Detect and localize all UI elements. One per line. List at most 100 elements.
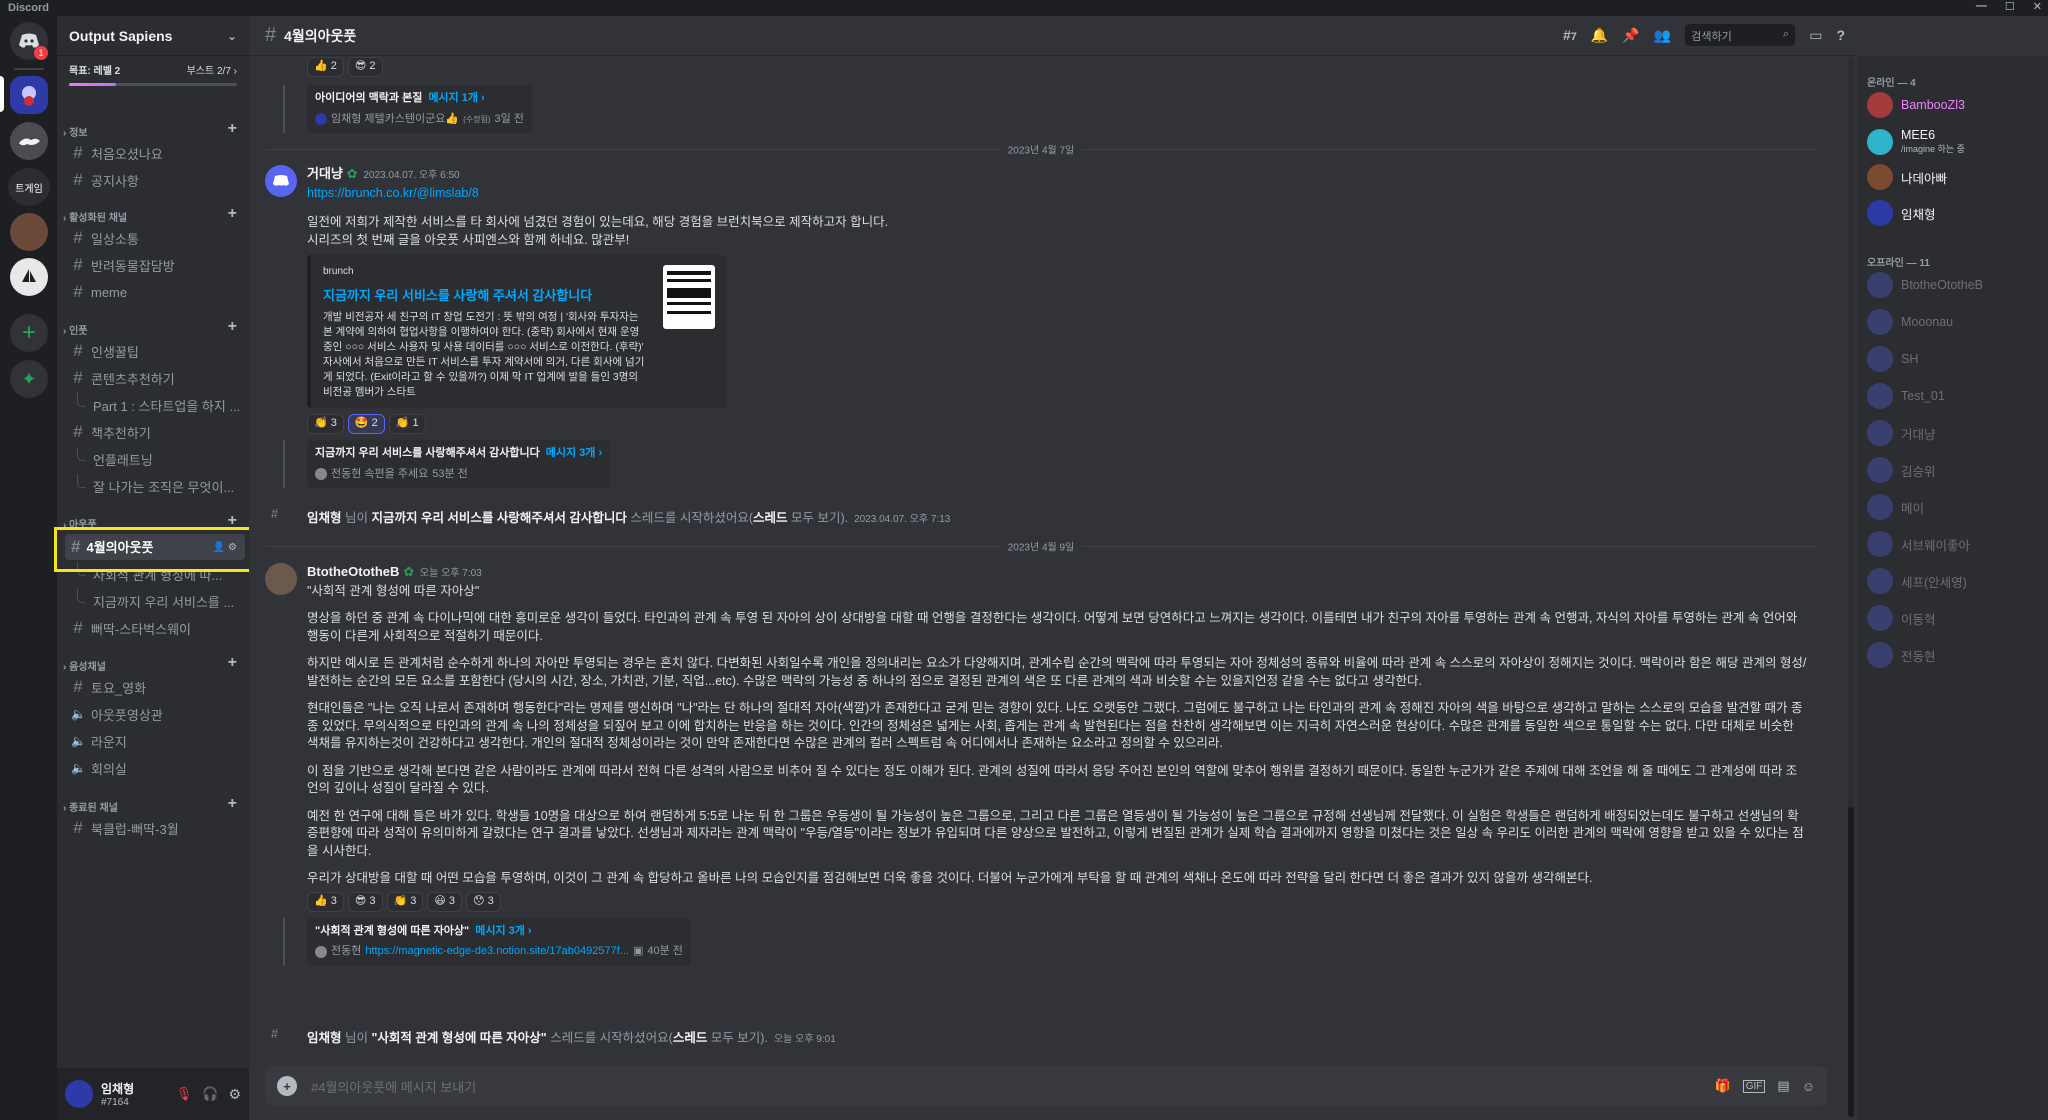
channel-bookclub[interactable]: # 북클럽-뻐딱-3월	[65, 815, 245, 841]
member-item[interactable]: 이동혁	[1867, 605, 1936, 631]
category-info[interactable]: › 정보 +	[63, 121, 245, 140]
category-active[interactable]: › 활성화된 채널 +	[63, 206, 245, 225]
channel-pets[interactable]: # 반려동물잡담방	[65, 252, 245, 278]
category-insight[interactable]: › 인풋 +	[63, 319, 245, 338]
gif-icon[interactable]: GIF	[1742, 1079, 1766, 1093]
thread-preview[interactable]: 아이디어의 맥락과 본질 메시지 1개 › 임채형 제텔카스텐이군요👍 (수정됨) 3…	[283, 85, 532, 133]
add-channel-icon[interactable]: +	[228, 796, 237, 814]
voice-output[interactable]: 🔈 아웃풋영상관	[65, 701, 245, 727]
channel-content[interactable]: # 콘텐츠추천하기	[65, 365, 245, 391]
reaction[interactable]: 👏 3	[386, 891, 424, 912]
reaction[interactable]: 😎 3	[347, 891, 383, 912]
reaction[interactable]: 😃 3	[427, 891, 463, 912]
member-item[interactable]: 임채형	[1867, 200, 1936, 226]
member-item[interactable]: 메이	[1867, 494, 1924, 520]
channel-tips[interactable]: # 인생꿀팁	[65, 338, 245, 364]
threads-icon[interactable]: #7	[1563, 27, 1577, 43]
thread-april-sub2[interactable]: 지금까지 우리 서비스를 ...	[65, 588, 245, 614]
server-sailboat[interactable]	[10, 258, 48, 296]
member-item[interactable]: Test_01	[1867, 383, 1945, 409]
channel-notice[interactable]: # 공지사항	[65, 167, 245, 193]
reaction[interactable]: 👏 3	[307, 414, 344, 434]
sticker-icon[interactable]: ▤	[1777, 1078, 1789, 1094]
inbox-icon[interactable]: ▭	[1809, 27, 1822, 44]
message-composer[interactable]: + #4월의아웃풋에 메시지 보내기 🎁 GIF ▤ ☺	[265, 1066, 1827, 1106]
system-thread-name[interactable]: 지금까지 우리 서비스를 사랑해주셔서 감사합니다	[371, 511, 626, 525]
reaction[interactable]: 👍 2	[307, 57, 344, 77]
embed-title[interactable]: 지금까지 우리 서비스를 사랑해 주셔서 감사합니다	[323, 287, 643, 305]
minimize-icon[interactable]: —	[1976, 0, 1987, 13]
server-output-sapiens[interactable]	[10, 76, 48, 114]
message-link[interactable]: https://brunch.co.kr/@limslab/8	[307, 186, 479, 200]
message-author[interactable]: 거대냥	[307, 166, 343, 181]
member-item[interactable]: 전동현	[1867, 642, 1936, 668]
reaction[interactable]: 👍 3	[307, 891, 344, 912]
guild-header[interactable]: Output Sapiens ⌄	[57, 16, 249, 56]
reaction[interactable]: 🤩 2	[347, 414, 385, 434]
member-item[interactable]: BambooZl3	[1867, 92, 1965, 118]
add-channel-icon[interactable]: +	[228, 121, 237, 139]
member-item[interactable]: 김승위	[1867, 457, 1936, 483]
voice-meeting[interactable]: 🔈 회의실	[65, 755, 245, 781]
server-icon-2[interactable]	[10, 122, 48, 160]
gift-icon[interactable]: 🎁	[1715, 1078, 1731, 1094]
bell-icon[interactable]: 🔔	[1591, 27, 1608, 44]
reaction[interactable]: 😯 3	[466, 891, 501, 912]
thread-preview[interactable]: 지금까지 우리 서비스를 사랑해주셔서 감사합니다 메시지 3개 › 전동현 속편…	[283, 440, 611, 488]
add-channel-icon[interactable]: +	[228, 206, 237, 224]
server-icon-4[interactable]	[10, 213, 48, 251]
see-threads-link[interactable]: 스레드	[673, 1031, 708, 1045]
member-item[interactable]: BtotheOtotheB	[1867, 272, 1983, 298]
user-settings-icon[interactable]: ⚙	[228, 1086, 241, 1103]
thread-last-link[interactable]: https://magnetic-edge-de3.notion.site/17…	[365, 943, 629, 961]
thread-count[interactable]: 메시지 3개 ›	[546, 447, 602, 459]
channel-daily[interactable]: # 일상소통	[65, 225, 245, 251]
member-item[interactable]: MEE6/imagine 하는 중	[1867, 128, 1965, 155]
add-channel-icon[interactable]: +	[228, 319, 237, 337]
category-voice[interactable]: › 음성채널 +	[63, 655, 245, 674]
pin-icon[interactable]: 📌	[1622, 27, 1639, 44]
server-game[interactable]: 트게임	[8, 168, 50, 206]
add-channel-icon[interactable]: +	[228, 655, 237, 673]
avatar[interactable]	[265, 563, 297, 595]
channel-starbucks[interactable]: # 뻐딱-스타벅스웨이	[65, 615, 245, 641]
scrollbar-thumb[interactable]	[1848, 807, 1854, 1117]
channel-books[interactable]: # 책추천하기	[65, 419, 245, 445]
thread-count[interactable]: 메시지 3개 ›	[475, 925, 531, 937]
thread-org[interactable]: 잘 나가는 조직은 무엇이...	[65, 473, 245, 499]
thread-lecture[interactable]: 언플래트닝	[65, 446, 245, 472]
member-item[interactable]: Mooonau	[1867, 309, 1953, 335]
see-threads-link[interactable]: 스레드	[753, 511, 788, 525]
system-user[interactable]: 임채형	[307, 511, 342, 525]
category-ended[interactable]: › 종료된 채널 +	[63, 796, 245, 815]
add-server-icon[interactable]: +	[10, 314, 48, 352]
help-icon[interactable]: ?	[1836, 27, 1845, 43]
voice-sat-movie[interactable]: # 토요_영화	[65, 674, 245, 700]
channel-meme[interactable]: # meme	[65, 279, 245, 305]
reaction[interactable]: 👏 1	[388, 414, 426, 434]
scrollbar[interactable]	[1848, 57, 1854, 1117]
member-item[interactable]: 서브웨이좋아	[1867, 531, 1970, 557]
system-thread-name[interactable]: "사회적 관계 형성에 따른 자아상"	[371, 1031, 546, 1045]
voice-lounge[interactable]: 🔈 라운지	[65, 728, 245, 754]
channel-welcome[interactable]: # 처음오셨나요	[65, 140, 245, 166]
reaction[interactable]: 😎 2	[347, 57, 383, 77]
explore-servers-icon[interactable]: ✦	[10, 360, 48, 398]
thread-count[interactable]: 메시지 1개 ›	[428, 92, 484, 104]
avatar[interactable]	[65, 1080, 93, 1108]
avatar[interactable]	[265, 165, 297, 197]
maximize-icon[interactable]: ☐	[2005, 0, 2015, 13]
thread-preview[interactable]: "사회적 관계 형성에 따른 자아상" 메시지 3개 › 전동현 https://m…	[283, 917, 691, 966]
add-attachment-icon[interactable]: +	[277, 1076, 297, 1096]
member-item[interactable]: 나데아빠	[1867, 164, 1947, 190]
members-icon[interactable]: 👥	[1654, 27, 1671, 44]
close-icon[interactable]: ✕	[2033, 0, 2042, 13]
system-user[interactable]: 임채형	[307, 1031, 342, 1045]
headphones-icon[interactable]: 🎧	[202, 1086, 218, 1102]
emoji-icon[interactable]: ☺	[1802, 1079, 1815, 1094]
search-input[interactable]: 검색하기 ⌕	[1685, 24, 1796, 46]
message-author[interactable]: BtotheOtotheB	[307, 564, 399, 579]
boost-goal[interactable]: 목표: 레벨 2 부스트 2/7 ›	[57, 56, 249, 77]
member-item[interactable]: 거대냥	[1867, 420, 1936, 446]
mic-muted-icon[interactable]: 🎙	[176, 1086, 193, 1102]
